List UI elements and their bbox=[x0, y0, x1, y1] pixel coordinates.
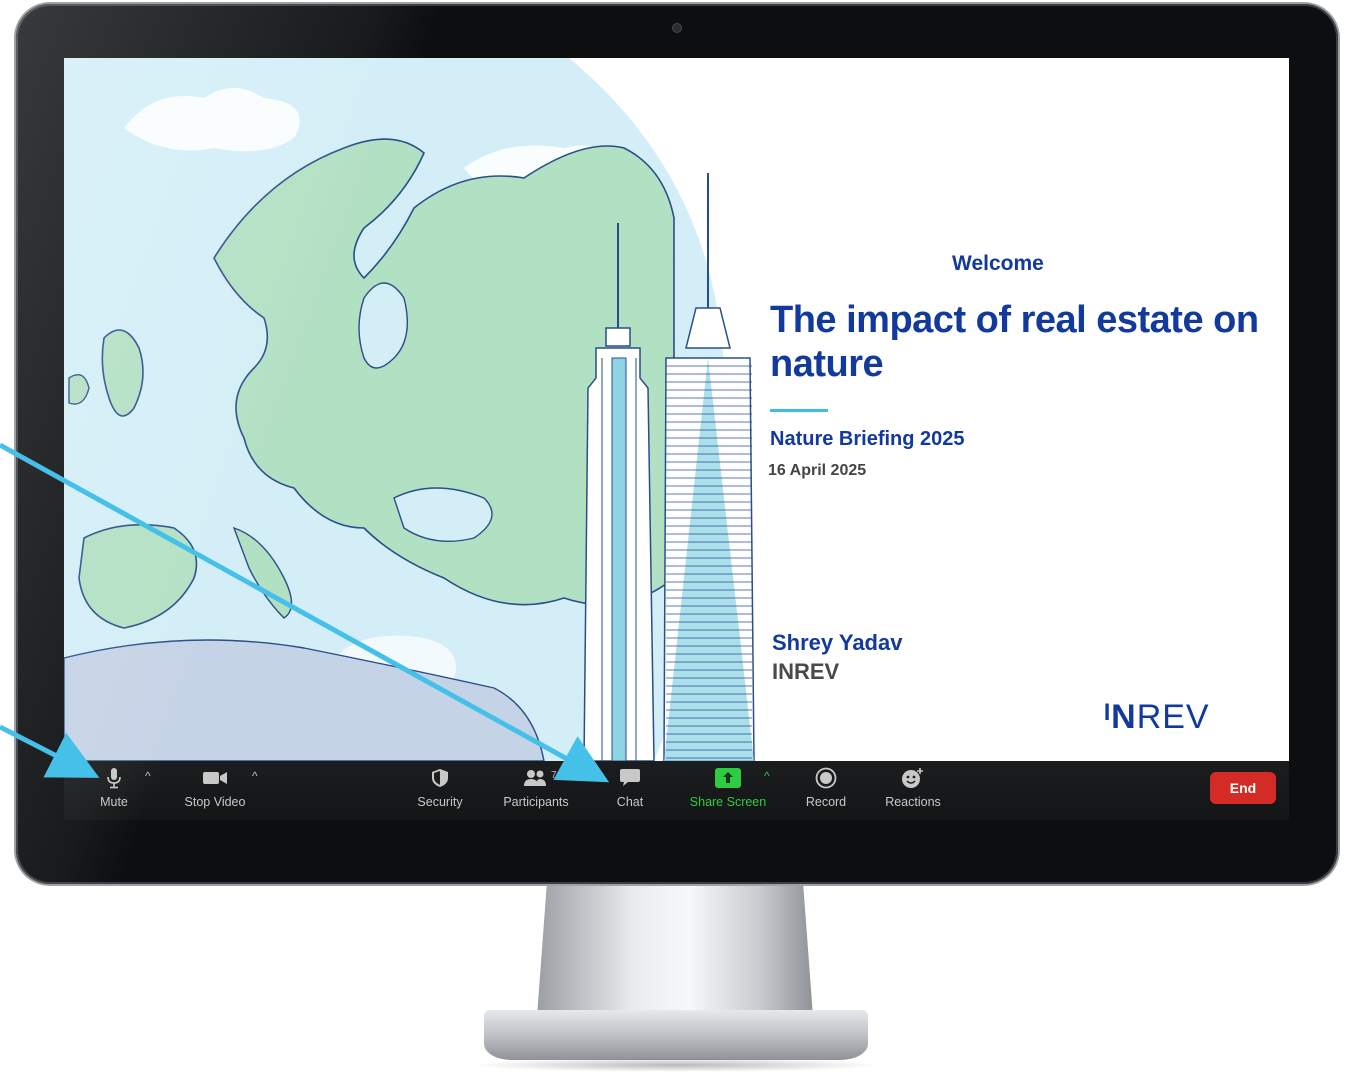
mute-label: Mute bbox=[100, 795, 128, 809]
reactions-label: Reactions bbox=[885, 795, 941, 809]
record-label: Record bbox=[805, 795, 847, 809]
shield-icon bbox=[431, 767, 449, 789]
participants-button[interactable]: Participants bbox=[496, 761, 576, 820]
inrev-logo: ᴵNREV bbox=[1104, 698, 1210, 736]
smiley-plus-icon bbox=[901, 767, 925, 789]
title-divider bbox=[770, 409, 828, 412]
chat-button[interactable]: Chat bbox=[610, 761, 650, 820]
record-icon bbox=[815, 767, 837, 789]
presenter-name: Shrey Yadav bbox=[772, 630, 903, 655]
meeting-toolbar: Mute ^ Stop Video ^ Security Participant… bbox=[64, 761, 1289, 820]
slide-subtitle: Nature Briefing 2025 bbox=[770, 428, 965, 450]
monitor-shadow bbox=[470, 1058, 882, 1072]
video-options-caret[interactable]: ^ bbox=[252, 769, 258, 783]
mute-button[interactable]: Mute bbox=[92, 761, 136, 820]
presentation-slide: Welcome The impact of real estate on nat… bbox=[64, 58, 1289, 761]
slide-date: 16 April 2025 bbox=[768, 462, 867, 479]
mute-options-caret[interactable]: ^ bbox=[145, 769, 151, 783]
share-screen-button[interactable]: Share Screen bbox=[684, 761, 772, 820]
chat-label: Chat bbox=[616, 795, 644, 809]
participants-label: Participants bbox=[503, 795, 569, 809]
presenter-organization: INREV bbox=[772, 659, 840, 684]
stop-video-button[interactable]: Stop Video bbox=[174, 761, 256, 820]
security-label: Security bbox=[417, 795, 463, 809]
end-meeting-button[interactable]: End bbox=[1210, 772, 1276, 804]
slide-welcome: Welcome bbox=[952, 252, 1044, 275]
monitor-screen: Welcome The impact of real estate on nat… bbox=[64, 58, 1289, 820]
video-camera-icon bbox=[202, 767, 228, 789]
monitor-base bbox=[484, 1010, 868, 1060]
share-arrow-icon bbox=[715, 767, 741, 789]
webcam-icon bbox=[673, 24, 681, 32]
share-screen-label: Share Screen bbox=[689, 795, 767, 809]
record-button[interactable]: Record bbox=[799, 761, 853, 820]
microphone-icon bbox=[106, 767, 122, 789]
slide-title: The impact of real estate on nature bbox=[770, 299, 1259, 385]
monitor-stand bbox=[536, 880, 814, 1030]
chat-bubble-icon bbox=[619, 767, 641, 789]
reactions-button[interactable]: Reactions bbox=[880, 761, 946, 820]
people-icon bbox=[523, 767, 549, 789]
security-button[interactable]: Security bbox=[409, 761, 471, 820]
europe-map-illustration bbox=[64, 58, 755, 761]
participants-count: 7 bbox=[551, 770, 557, 781]
share-options-caret[interactable]: ^ bbox=[764, 769, 770, 783]
stop-video-label: Stop Video bbox=[184, 795, 246, 809]
